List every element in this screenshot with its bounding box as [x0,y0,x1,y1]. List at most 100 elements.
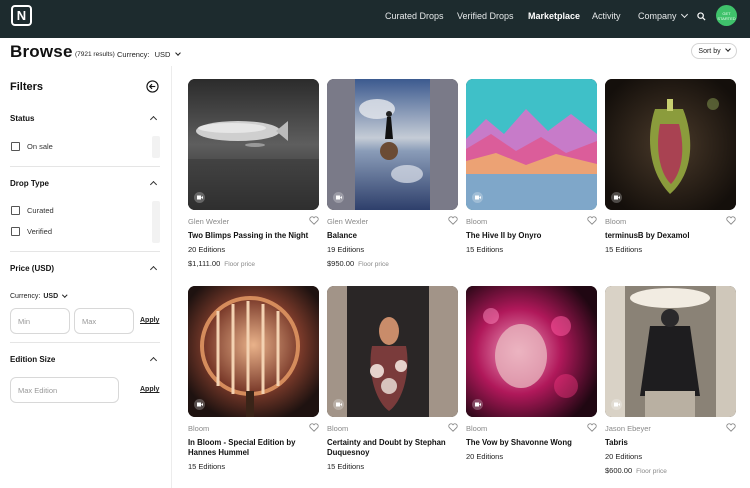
filter-verified[interactable]: Verified [11,227,52,236]
heart-icon[interactable] [587,216,597,225]
artist-name[interactable]: Bloom [466,424,487,433]
video-icon [611,399,622,410]
filter-on-sale[interactable]: On sale [11,142,53,151]
floor-price: $600.00 Floor price [605,466,667,475]
floor-price-label: Floor price [358,261,389,268]
editions-count: 15 Editions [327,462,365,471]
currency-label: Currency: [10,293,41,300]
nft-card[interactable]: Bloom Certainty and Doubt by Stephan Duq… [327,286,458,471]
heart-icon[interactable] [726,423,736,432]
page-title: Browse [10,42,73,61]
video-icon [472,192,483,203]
artwork-thumbnail[interactable] [605,286,736,417]
floor-price: $1,111.00 Floor price [188,259,255,268]
artwork-image [188,79,319,210]
price-value: $1,111.00 [188,259,221,268]
apply-edition-button[interactable]: Apply [140,386,159,393]
editions-count: 20 Editions [605,452,643,461]
chevron-up-icon[interactable] [149,265,158,274]
nft-card[interactable]: Bloom The Hive II by Onyro 15 Editions [466,79,597,254]
heart-icon[interactable] [587,423,597,432]
artwork-title[interactable]: Tabris [605,438,736,448]
checkbox[interactable] [11,227,20,236]
chevron-up-icon[interactable] [149,180,158,189]
nav-activity[interactable]: Activity [592,11,621,21]
editions-count: 15 Editions [466,245,504,254]
drop-type-section-title[interactable]: Drop Type [10,179,49,188]
chevron-down-icon [62,291,68,297]
video-icon [333,192,344,203]
editions-count: 20 Editions [466,452,504,461]
artwork-thumbnail[interactable] [327,79,458,210]
status-section-title[interactable]: Status [10,114,34,123]
artwork-image [605,79,736,210]
artwork-title[interactable]: Balance [327,231,458,241]
artist-name[interactable]: Glen Wexler [188,217,229,226]
artist-name[interactable]: Jason Ebeyer [605,424,651,433]
edition-size-section-title[interactable]: Edition Size [10,355,55,364]
artwork-title[interactable]: terminusB by Dexamol [605,231,736,241]
artwork-title[interactable]: Two Blimps Passing in the Night [188,231,319,241]
heart-icon[interactable] [726,216,736,225]
min-price-input[interactable]: Min [10,308,70,334]
video-icon [194,192,205,203]
checkbox[interactable] [11,142,20,151]
nav-verified-drops[interactable]: Verified Drops [457,11,514,21]
sort-by-button[interactable]: Sort by [691,43,737,59]
video-icon [611,192,622,203]
artwork-image [188,286,319,417]
artwork-thumbnail[interactable] [466,79,597,210]
artwork-title[interactable]: The Vow by Shavonne Wong [466,438,597,448]
artist-name[interactable]: Glen Wexler [327,217,368,226]
search-icon[interactable] [697,12,706,21]
artwork-image [605,286,736,417]
heart-icon[interactable] [309,216,319,225]
nft-card[interactable]: Bloom terminusB by Dexamol 15 Editions [605,79,736,254]
editions-count: 20 Editions [188,245,226,254]
currency-value: USD [43,293,59,300]
artist-name[interactable]: Bloom [327,424,348,433]
nav-company[interactable]: Company [638,10,688,21]
get-started-button[interactable]: GET STARTED [716,5,737,26]
currency-selector[interactable]: Currency: USD [117,50,182,59]
scrollbar[interactable] [152,201,160,243]
artwork-thumbnail[interactable] [188,79,319,210]
heart-icon[interactable] [448,423,458,432]
artist-name[interactable]: Bloom [466,217,487,226]
chevron-up-icon[interactable] [149,356,158,365]
chevron-up-icon[interactable] [149,115,158,124]
collapse-filters-icon[interactable] [146,80,159,93]
nav-curated-drops[interactable]: Curated Drops [385,11,444,21]
artwork-image [327,286,458,417]
nft-card[interactable]: Glen Wexler Balance 19 Editions $950.00 F… [327,79,458,268]
apply-price-button[interactable]: Apply [140,317,159,324]
heart-icon[interactable] [448,216,458,225]
nft-card[interactable]: Bloom In Bloom - Special Edition by Hann… [188,286,319,471]
scrollbar[interactable] [152,136,160,158]
max-edition-input[interactable]: Max Edition [10,377,119,403]
artwork-title[interactable]: In Bloom - Special Edition by Hannes Hum… [188,438,319,458]
nav-marketplace[interactable]: Marketplace [528,11,580,21]
editions-count: 15 Editions [188,462,226,471]
sort-label: Sort by [698,47,721,55]
nft-card[interactable]: Bloom The Vow by Shavonne Wong 20 Editio… [466,286,597,461]
artwork-title[interactable]: The Hive II by Onyro [466,231,597,241]
price-currency-selector[interactable]: Currency: USD [10,291,68,300]
artwork-title[interactable]: Certainty and Doubt by Stephan Duquesnoy [327,438,458,458]
checkbox[interactable] [11,206,20,215]
filter-curated[interactable]: Curated [11,206,54,215]
artwork-thumbnail[interactable] [605,79,736,210]
artwork-thumbnail[interactable] [466,286,597,417]
nft-card[interactable]: Glen Wexler Two Blimps Passing in the Ni… [188,79,319,268]
max-price-input[interactable]: Max [74,308,134,334]
logo[interactable]: N [11,5,32,26]
nft-card[interactable]: Jason Ebeyer Tabris 20 Editions $600.00 F… [605,286,736,475]
artwork-image [466,286,597,417]
heart-icon[interactable] [309,423,319,432]
artist-name[interactable]: Bloom [188,424,209,433]
filters-sidebar: Filters Status On sale Drop Type Curated… [0,66,172,488]
price-section-title[interactable]: Price (USD) [10,264,54,273]
artist-name[interactable]: Bloom [605,217,626,226]
artwork-thumbnail[interactable] [327,286,458,417]
artwork-thumbnail[interactable] [188,286,319,417]
